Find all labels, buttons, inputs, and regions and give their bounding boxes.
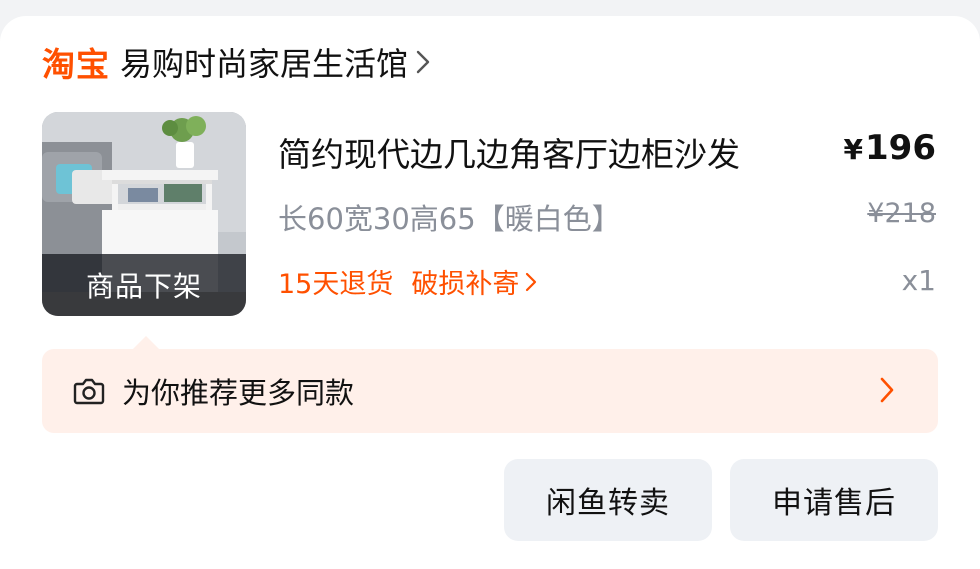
shop-name[interactable]: 易购时尚家居生活馆 bbox=[120, 39, 408, 85]
service-tags[interactable]: 15天退货 破损补寄 bbox=[278, 262, 537, 301]
after-sale-button[interactable]: 申请售后 bbox=[730, 459, 938, 541]
chevron-right-icon[interactable] bbox=[416, 48, 436, 76]
price-currency: ¥ bbox=[843, 133, 864, 166]
price-value: 196 bbox=[865, 128, 936, 168]
resell-button[interactable]: 闲鱼转卖 bbox=[504, 459, 712, 541]
taobao-logo: 淘宝 bbox=[42, 45, 110, 84]
shop-header[interactable]: 淘宝 易购时尚家居生活馆 bbox=[42, 40, 436, 84]
off-shelf-label: 商品下架 bbox=[42, 254, 246, 316]
recommend-pointer bbox=[133, 336, 159, 349]
recommend-text: 为你推荐更多同款 bbox=[122, 376, 355, 410]
original-price: ¥218 bbox=[867, 198, 936, 229]
recommend-similar-bar[interactable]: 为你推荐更多同款 bbox=[42, 349, 938, 433]
service-tag-return: 15天退货 bbox=[278, 269, 394, 300]
chevron-right-icon[interactable] bbox=[880, 377, 894, 403]
chevron-right-icon[interactable] bbox=[525, 272, 537, 292]
product-title[interactable]: 简约现代边几边角客厅边柜沙发 bbox=[278, 128, 740, 176]
product-price: ¥196 bbox=[844, 128, 936, 168]
service-tag-damage: 破损补寄 bbox=[411, 269, 520, 300]
quantity: x1 bbox=[901, 264, 936, 297]
product-sku: 长60宽30高65【暖白色】 bbox=[278, 202, 621, 236]
product-image[interactable]: 商品下架 bbox=[42, 112, 246, 316]
camera-icon bbox=[72, 374, 106, 408]
